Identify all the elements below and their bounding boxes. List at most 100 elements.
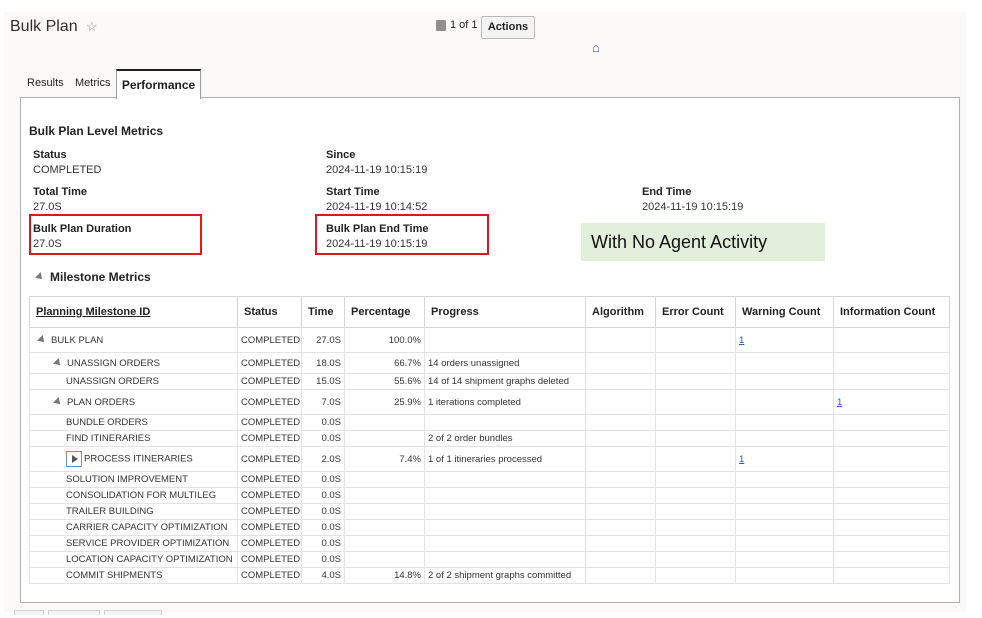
algorithm-cell xyxy=(585,430,656,447)
time-cell: 0.0S xyxy=(301,535,345,552)
warning-count-cell[interactable]: 1 xyxy=(735,446,834,472)
milestone-metrics-header[interactable]: Milestone Metrics xyxy=(35,270,151,284)
milestone-id-cell: SOLUTION IMPROVEMENT xyxy=(29,471,238,488)
information-count-cell xyxy=(833,414,950,431)
home-icon[interactable]: ⌂ xyxy=(592,40,600,55)
information-count-link[interactable]: 1 xyxy=(837,397,842,408)
actions-button[interactable]: Actions xyxy=(481,16,535,39)
bottom-tab-stub xyxy=(104,610,162,615)
table-row[interactable]: FIND ITINERARIES COMPLETED 0.0S 2 of 2 o… xyxy=(29,430,950,447)
algorithm-cell xyxy=(585,471,656,488)
table-row[interactable]: SOLUTION IMPROVEMENT COMPLETED 0.0S xyxy=(29,471,950,488)
time-cell: 4.0S xyxy=(301,567,345,584)
duration-label: Bulk Plan Duration xyxy=(33,223,132,235)
information-count-cell xyxy=(833,373,950,390)
col-header-milestone-id[interactable]: Planning Milestone ID xyxy=(29,296,238,328)
warning-count-link[interactable]: 1 xyxy=(739,335,744,346)
star-icon[interactable]: ☆ xyxy=(86,19,98,35)
col-header-information-count[interactable]: Information Count xyxy=(833,296,950,328)
progress-cell xyxy=(424,535,586,552)
table-row[interactable]: SERVICE PROVIDER OPTIMIZATION COMPLETED … xyxy=(29,535,950,552)
table-row[interactable]: UNASSIGN ORDERS COMPLETED 18.0S 66.7% 14… xyxy=(29,352,950,374)
milestone-id-cell: LOCATION CAPACITY OPTIMIZATION xyxy=(29,551,238,568)
table-row[interactable]: CARRIER CAPACITY OPTIMIZATION COMPLETED … xyxy=(29,519,950,536)
end-time-label: End Time xyxy=(642,186,692,198)
expand-icon[interactable] xyxy=(66,451,82,467)
col-header-percentage[interactable]: Percentage xyxy=(344,296,425,328)
status-value: COMPLETED xyxy=(33,164,102,176)
algorithm-cell xyxy=(585,414,656,431)
error-count-cell xyxy=(655,519,736,536)
table-row[interactable]: BULK PLAN COMPLETED 27.0S 100.0% 1 xyxy=(29,327,950,353)
warning-count-cell xyxy=(735,503,834,520)
col-header-progress[interactable]: Progress xyxy=(424,296,586,328)
warning-count-cell xyxy=(735,519,834,536)
tab-metrics[interactable]: Metrics xyxy=(75,77,110,89)
table-row[interactable]: COMMIT SHIPMENTS COMPLETED 4.0S 14.8% 2 … xyxy=(29,567,950,584)
status-cell: COMPLETED xyxy=(237,519,302,536)
information-count-cell xyxy=(833,471,950,488)
status-cell: COMPLETED xyxy=(237,352,302,374)
information-count-cell xyxy=(833,551,950,568)
col-header-error-count[interactable]: Error Count xyxy=(655,296,736,328)
milestone-id-cell: CARRIER CAPACITY OPTIMIZATION xyxy=(29,519,238,536)
status-cell: COMPLETED xyxy=(237,414,302,431)
table-row[interactable]: CONSOLIDATION FOR MULTILEG COMPLETED 0.0… xyxy=(29,487,950,504)
progress-cell: 1 of 1 itineraries processed xyxy=(424,446,586,472)
col-header-status[interactable]: Status xyxy=(237,296,302,328)
warning-count-cell xyxy=(735,471,834,488)
table-row[interactable]: UNASSIGN ORDERS COMPLETED 15.0S 55.6% 14… xyxy=(29,373,950,390)
collapse-icon[interactable] xyxy=(35,272,45,282)
callout-note: With No Agent Activity xyxy=(581,223,825,261)
collapse-icon[interactable] xyxy=(37,335,47,345)
status-cell: COMPLETED xyxy=(237,389,302,415)
information-count-cell xyxy=(833,535,950,552)
algorithm-cell xyxy=(585,519,656,536)
information-count-cell xyxy=(833,430,950,447)
col-header-algorithm[interactable]: Algorithm xyxy=(585,296,656,328)
milestone-id-cell: PROCESS ITINERARIES xyxy=(29,446,238,472)
total-time-value: 27.0S xyxy=(33,201,62,213)
collapse-icon[interactable] xyxy=(53,358,63,368)
algorithm-cell xyxy=(585,446,656,472)
milestone-id-cell: PLAN ORDERS xyxy=(29,389,238,415)
status-cell: COMPLETED xyxy=(237,446,302,472)
table-header-row: Planning Milestone ID Status Time Percen… xyxy=(29,296,950,328)
information-count-cell[interactable]: 1 xyxy=(833,389,950,415)
time-cell: 0.0S xyxy=(301,471,345,488)
warning-count-cell[interactable]: 1 xyxy=(735,327,834,353)
milestone-id-cell: SERVICE PROVIDER OPTIMIZATION xyxy=(29,535,238,552)
col-header-warning-count[interactable]: Warning Count xyxy=(735,296,834,328)
tab-performance[interactable]: Performance xyxy=(116,69,201,99)
time-cell: 0.0S xyxy=(301,414,345,431)
tab-results[interactable]: Results xyxy=(27,77,64,89)
warning-count-link[interactable]: 1 xyxy=(739,454,744,465)
warning-count-cell xyxy=(735,567,834,584)
collapse-icon[interactable] xyxy=(53,397,63,407)
error-count-cell xyxy=(655,414,736,431)
table-row[interactable]: BUNDLE ORDERS COMPLETED 0.0S xyxy=(29,414,950,431)
pager-text: 1 of 1 xyxy=(450,19,478,31)
col-header-time[interactable]: Time xyxy=(301,296,345,328)
algorithm-cell xyxy=(585,567,656,584)
progress-cell xyxy=(424,327,586,353)
error-count-cell xyxy=(655,352,736,374)
percentage-cell xyxy=(344,519,425,536)
milestone-id-cell: UNASSIGN ORDERS xyxy=(29,373,238,390)
information-count-cell xyxy=(833,503,950,520)
table-row[interactable]: TRAILER BUILDING COMPLETED 0.0S xyxy=(29,503,950,520)
milestone-id-cell: FIND ITINERARIES xyxy=(29,430,238,447)
milestone-id-cell: BUNDLE ORDERS xyxy=(29,414,238,431)
table-row[interactable]: PROCESS ITINERARIES COMPLETED 2.0S 7.4% … xyxy=(29,446,950,472)
table-row[interactable]: PLAN ORDERS COMPLETED 7.0S 25.9% 1 itera… xyxy=(29,389,950,415)
milestone-id-cell: CONSOLIDATION FOR MULTILEG xyxy=(29,487,238,504)
percentage-cell: 25.9% xyxy=(344,389,425,415)
duration-value: 27.0S xyxy=(33,238,62,250)
level-metrics-title: Bulk Plan Level Metrics xyxy=(29,124,164,138)
table-row[interactable]: LOCATION CAPACITY OPTIMIZATION COMPLETED… xyxy=(29,551,950,568)
time-cell: 7.0S xyxy=(301,389,345,415)
progress-cell xyxy=(424,503,586,520)
bottom-tab-stub xyxy=(48,610,100,615)
error-count-cell xyxy=(655,487,736,504)
algorithm-cell xyxy=(585,327,656,353)
